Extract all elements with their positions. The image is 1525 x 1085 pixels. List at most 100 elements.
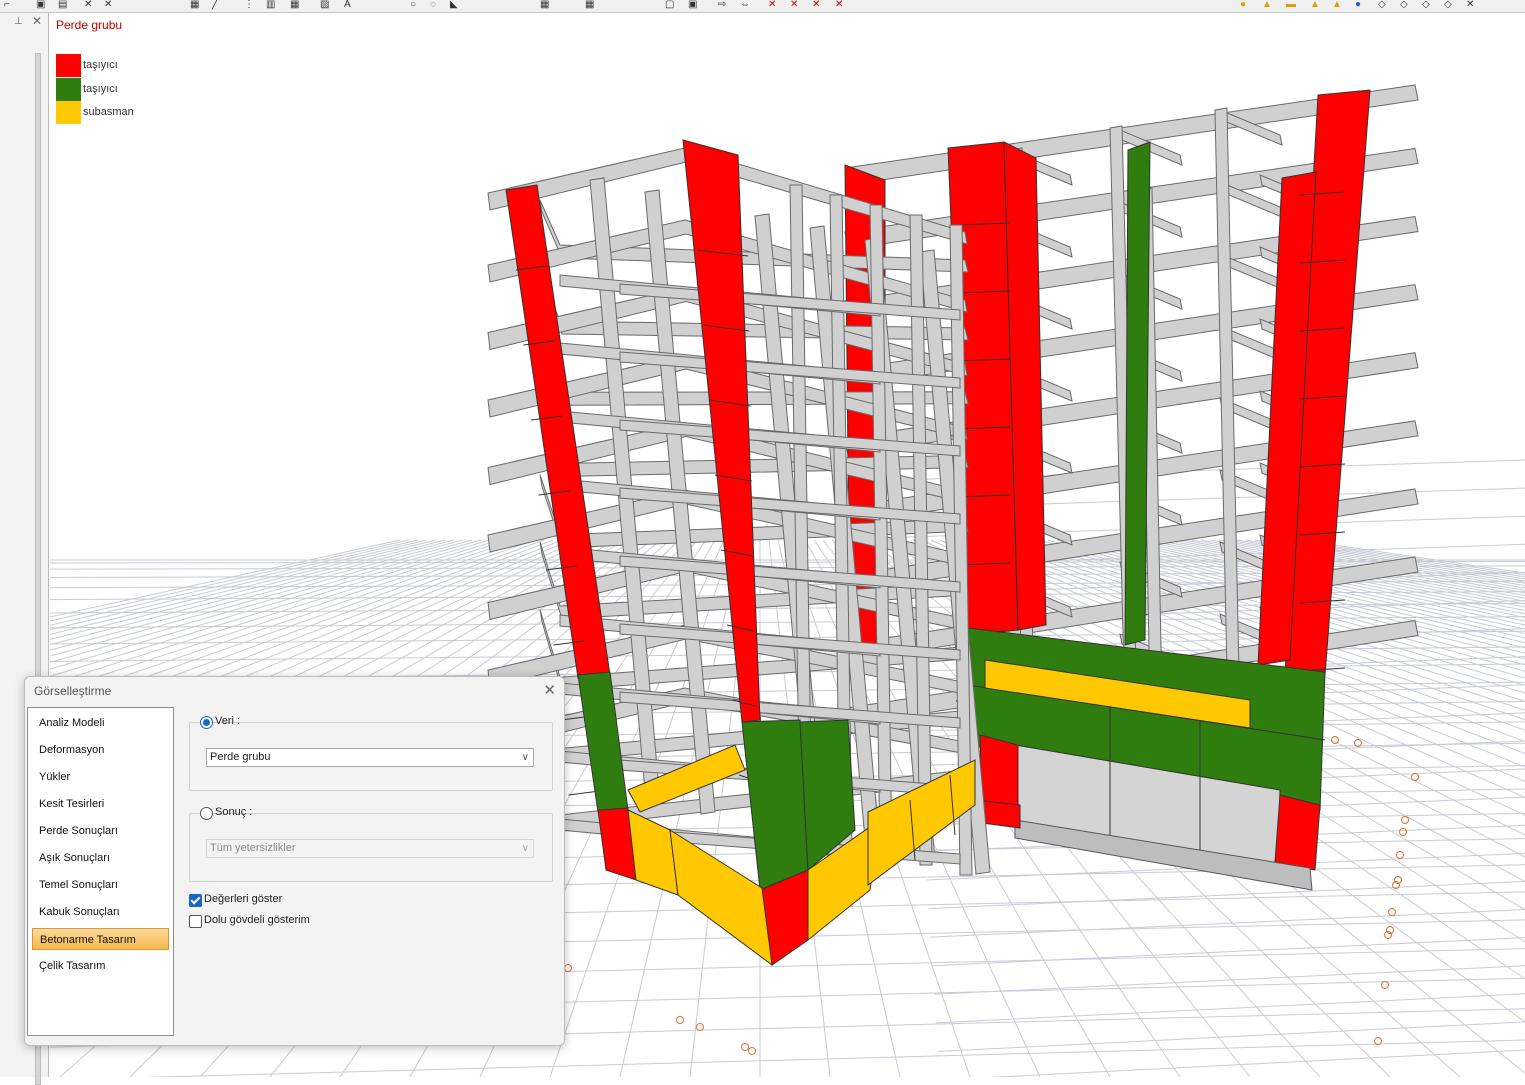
toolbar-tool-icon[interactable]: ▢ <box>665 0 674 10</box>
view-title: Perde grubu <box>56 18 123 32</box>
grid-axis-marker <box>564 964 572 972</box>
veri-radio-row[interactable]: Veri : <box>200 715 240 731</box>
chevron-down-icon: ∨ <box>521 752 529 763</box>
sonuc-radio-label: Sonuç : <box>215 806 253 818</box>
veri-select[interactable]: Perde grubu ∨ <box>206 748 534 767</box>
sonuc-group: Sonuç : Tüm yetersizlikler ∨ <box>189 806 553 882</box>
legend-item: taşıyıcı <box>56 78 196 101</box>
toolbar-tool-icon[interactable]: ▨ <box>320 0 329 10</box>
grid-axis-marker <box>696 1023 704 1031</box>
toolbar-tool-icon[interactable]: ▲ <box>1332 0 1342 10</box>
toolbar-tool-icon[interactable]: ◇ <box>1400 0 1408 10</box>
toolbar-tool-icon[interactable]: ◇ <box>1422 0 1430 10</box>
toolbar-tool-icon[interactable]: A <box>344 0 351 10</box>
toolbar-tool-icon[interactable]: ⇔ <box>740 0 750 10</box>
toolbar-tool-icon[interactable]: ✕ <box>835 0 843 10</box>
nav-item-temel-sonuclari[interactable]: Temel Sonuçları <box>32 874 169 896</box>
nav-item-perde-sonuclari[interactable]: Perde Sonuçları <box>32 820 169 842</box>
toolbar-tool-icon[interactable]: ⋮ <box>244 0 254 10</box>
sonuc-radio-row[interactable]: Sonuç : <box>200 806 252 822</box>
toolbar-tool-icon[interactable]: ╱ <box>212 0 218 10</box>
toolbar-tool-icon[interactable]: ✕ <box>1466 0 1474 10</box>
chevron-down-icon: ∨ <box>521 843 529 854</box>
veri-radio-label: Veri : <box>215 715 241 727</box>
toolbar-tool-icon[interactable]: ◌ <box>430 0 436 10</box>
ground-grid-line <box>988 1049 1525 1077</box>
toolbar-tool-icon[interactable]: ▲ <box>1262 0 1272 10</box>
shear-wall <box>1124 141 1151 646</box>
legend-label: taşıyıcı <box>83 83 118 95</box>
legend-swatch <box>56 78 81 101</box>
legend-item: subasman <box>56 101 196 124</box>
sonuc-radio[interactable] <box>200 807 213 820</box>
nav-item-celik-tasarim[interactable]: Çelik Tasarım <box>32 955 169 977</box>
show-values-checkbox[interactable] <box>189 894 202 907</box>
dialog-title: Görselleştirme <box>34 684 112 698</box>
toolbar-tool-icon[interactable]: ⇨ <box>718 0 726 10</box>
toolbar-tool-icon[interactable]: ● <box>1240 0 1246 10</box>
nav-item-deformasyon[interactable]: Deformasyon <box>32 739 169 761</box>
nav-item-kesit-tesirleri[interactable]: Kesit Tesirleri <box>32 793 169 815</box>
ground-grid-line <box>928 880 1525 910</box>
veri-select-value: Perde grubu <box>210 751 271 763</box>
toolbar-tool-icon[interactable]: ▣ <box>36 0 45 10</box>
toolbar-tool-icon[interactable]: ▤ <box>58 0 67 10</box>
toolbar-tool-icon[interactable]: ▥ <box>266 0 275 10</box>
legend-label: taşıyıcı <box>83 59 118 71</box>
legend-item: taşıyıcı <box>56 54 196 77</box>
toolbar-tool-icon[interactable]: ▦ <box>190 0 199 10</box>
show-values-label: Değerleri göster <box>204 893 283 905</box>
solid-body-checkbox[interactable] <box>189 915 202 928</box>
grid-axis-marker <box>1401 816 1409 824</box>
close-icon[interactable]: ✕ <box>32 14 42 28</box>
grid-axis-marker <box>748 1047 756 1055</box>
toolbar-tool-icon[interactable]: ▦ <box>585 0 594 10</box>
legend-label: subasman <box>83 106 134 118</box>
toolbar-tool-icon[interactable]: ✕ <box>104 0 112 10</box>
toolbar-tool-icon[interactable]: ✕ <box>768 0 776 10</box>
toolbar-tool-icon[interactable]: ◇ <box>1378 0 1386 10</box>
toolbar-tool-icon[interactable]: ◣ <box>450 0 458 10</box>
grid-axis-marker <box>1374 1037 1382 1045</box>
visualization-dialog: Görselleştirme ✕ Analiz Modeli Deformasy… <box>24 676 565 1046</box>
toolbar-tool-icon[interactable]: ○ <box>410 0 416 10</box>
grid-axis-marker <box>741 1043 749 1051</box>
nav-item-kabuk-sonuclari[interactable]: Kabuk Sonuçları <box>32 901 169 923</box>
pin-icon[interactable]: ⊥ <box>14 16 23 27</box>
toolbar-tool-icon[interactable]: ▬ <box>1286 0 1296 10</box>
grid-axis-marker <box>676 1016 684 1024</box>
nav-item-asik-sonuclari[interactable]: Aşık Sonuçları <box>32 847 169 869</box>
legend-swatch <box>56 54 81 77</box>
grid-axis-marker <box>1388 908 1396 916</box>
nav-item-analiz-modeli[interactable]: Analiz Modeli <box>32 712 169 734</box>
toolbar-tool-icon[interactable]: ✕ <box>812 0 820 10</box>
ground-grid-line <box>938 1021 1525 1052</box>
grid-axis-marker <box>1399 828 1407 836</box>
nav-item-yukler[interactable]: Yükler <box>32 766 169 788</box>
main-toolbar: ⌐ ▣ ▤ ✕ ✕ ▦ ╱ ⋮ ▥ ▦ ▨ A ○ ◌ ◣ ▦ ▦ ▢ ▣ ⇨ … <box>0 0 1525 13</box>
ground-grid-line <box>936 993 1525 1024</box>
toolbar-tool-icon[interactable]: ⌐ <box>4 0 10 10</box>
dialog-content: Veri : Perde grubu ∨ Sonuç : Tüm yetersi… <box>188 707 553 1034</box>
grid-axis-marker <box>1411 773 1419 781</box>
toolbar-tool-icon[interactable]: ● <box>1355 0 1361 10</box>
sonuc-select-value: Tüm yetersizlikler <box>210 842 296 854</box>
sonuc-select[interactable]: Tüm yetersizlikler ∨ <box>206 839 534 858</box>
toolbar-tool-icon[interactable]: ▲ <box>1310 0 1320 10</box>
legend-swatch <box>56 101 81 124</box>
toolbar-tool-icon[interactable]: ◇ <box>1444 0 1452 10</box>
grid-axis-marker <box>1396 851 1404 859</box>
dialog-close-button[interactable]: ✕ <box>543 681 556 699</box>
nav-item-betonarme-tasarim[interactable]: Betonarme Tasarım <box>32 928 169 950</box>
toolbar-tool-icon[interactable]: ▣ <box>688 0 697 10</box>
toolbar-tool-icon[interactable]: ▦ <box>540 0 549 10</box>
shear-wall <box>1274 794 1321 871</box>
toolbar-tool-icon[interactable]: ▦ <box>290 0 299 10</box>
basement-wall <box>627 809 679 896</box>
veri-radio[interactable] <box>200 716 213 729</box>
veri-group: Veri : Perde grubu ∨ <box>189 715 553 791</box>
toolbar-tool-icon[interactable]: ✕ <box>84 0 92 10</box>
solid-body-label: Dolu gövdeli gösterim <box>204 914 310 926</box>
dialog-nav-list: Analiz Modeli Deformasyon Yükler Kesit T… <box>27 707 174 1036</box>
toolbar-tool-icon[interactable]: ✕ <box>790 0 798 10</box>
